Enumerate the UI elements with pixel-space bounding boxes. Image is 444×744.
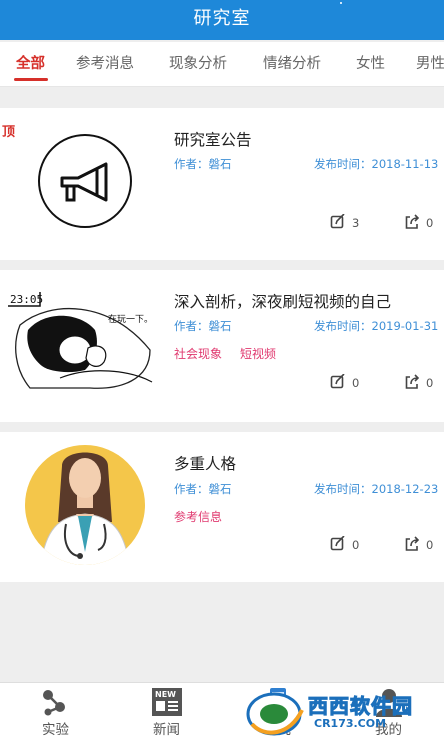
article-card[interactable]: 23:05 在玩一下。 深入剖析，深夜刷短视频的自己 作者：磐石 发布时间：20… bbox=[0, 270, 444, 422]
edit-comment-icon bbox=[330, 214, 345, 229]
tab-emotion-analysis[interactable]: 情绪分析 bbox=[263, 42, 321, 86]
nav-news[interactable]: NEW 新闻 bbox=[111, 683, 222, 744]
share-count[interactable]: 0 bbox=[404, 536, 433, 552]
article-author: 作者：磐石 bbox=[174, 482, 232, 496]
tab-female[interactable]: 女性 bbox=[356, 42, 385, 86]
status-indicator bbox=[340, 2, 342, 4]
page-title: 研究室 bbox=[193, 8, 251, 29]
tab-active-indicator bbox=[14, 78, 48, 81]
clock-text: 23:05 bbox=[10, 293, 43, 306]
share-icon bbox=[405, 536, 420, 551]
comment-count[interactable]: 0 bbox=[330, 374, 359, 390]
article-tag[interactable]: 参考信息 bbox=[174, 508, 222, 525]
category-tabs: 全部 参考消息 现象分析 情绪分析 女性 男性 bbox=[0, 42, 444, 87]
article-tag[interactable]: 社会现象 bbox=[174, 345, 222, 362]
edit-comment-icon bbox=[330, 374, 345, 389]
tab-male[interactable]: 男性 bbox=[416, 42, 444, 86]
nav-experiment[interactable]: 实验 bbox=[0, 683, 111, 744]
app-title-bar: 研究室 bbox=[0, 0, 444, 40]
article-title[interactable]: 深入剖析，深夜刷短视频的自己 bbox=[174, 290, 391, 312]
comment-count[interactable]: 0 bbox=[330, 536, 359, 552]
tab-phenomenon-analysis[interactable]: 现象分析 bbox=[169, 42, 227, 86]
article-thumbnail bbox=[0, 108, 160, 260]
article-title[interactable]: 研究室公告 bbox=[174, 128, 252, 150]
article-thumbnail: 23:05 在玩一下。 bbox=[0, 270, 160, 422]
article-card[interactable]: 顶 研究室公告 作者：磐石 发布时间：2018-11-13 3 0 bbox=[0, 108, 444, 260]
svg-text:NEW: NEW bbox=[155, 690, 176, 699]
article-tag[interactable]: 短视频 bbox=[240, 345, 276, 362]
newspaper-icon: NEW bbox=[152, 688, 182, 716]
article-card[interactable]: 多重人格 作者：磐石 发布时间：2018-12-23 参考信息 0 0 bbox=[0, 432, 444, 582]
article-date: 发布时间：2018-12-23 bbox=[314, 482, 439, 496]
megaphone-icon bbox=[38, 134, 132, 228]
edit-comment-icon bbox=[330, 536, 345, 551]
tab-reference-news[interactable]: 参考消息 bbox=[76, 42, 134, 86]
share-count[interactable]: 0 bbox=[404, 374, 433, 390]
watermark-logo bbox=[246, 692, 304, 736]
article-author: 作者：磐石 bbox=[174, 157, 232, 171]
comment-count[interactable]: 3 bbox=[330, 214, 359, 230]
doctor-illustration bbox=[25, 445, 145, 565]
watermark: 西西软件园 CR173.COM bbox=[244, 690, 428, 738]
article-author: 作者：磐石 bbox=[174, 319, 232, 333]
thumb-caption: 在玩一下。 bbox=[108, 313, 153, 325]
share-icon bbox=[405, 374, 420, 389]
molecule-icon bbox=[43, 690, 65, 716]
sleepy-person-illustration: 23:05 在玩一下。 bbox=[8, 292, 153, 389]
article-date: 发布时间：2019-01-31 bbox=[314, 319, 439, 333]
article-thumbnail bbox=[0, 432, 160, 582]
article-date: 发布时间：2018-11-13 bbox=[314, 157, 439, 171]
share-count[interactable]: 0 bbox=[404, 214, 433, 230]
article-title[interactable]: 多重人格 bbox=[174, 452, 236, 474]
share-icon bbox=[405, 214, 420, 229]
